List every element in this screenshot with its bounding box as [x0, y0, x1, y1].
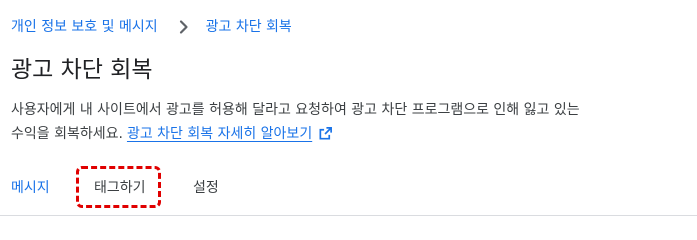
tab-tagging[interactable]: 태그하기 [94, 178, 146, 198]
description-line-2: 수익을 회복하세요. [11, 126, 123, 142]
description-line-1: 사용자에게 내 사이트에서 광고를 허용해 달라고 요청하여 광고 차단 프로그… [11, 102, 580, 118]
breadcrumb: 개인 정보 보호 및 메시지 광고 차단 회복 [11, 17, 292, 37]
tab-settings[interactable]: 설정 [193, 178, 219, 198]
learn-more-link[interactable]: 광고 차단 회복 자세히 알아보기 [127, 126, 312, 142]
open-in-new-icon[interactable] [318, 125, 333, 149]
breadcrumb-link-privacy-messaging[interactable]: 개인 정보 보호 및 메시지 [11, 17, 158, 37]
tab-messages[interactable]: 메시지 [11, 178, 50, 198]
breadcrumb-link-ad-blocking-recovery[interactable]: 광고 차단 회복 [206, 17, 292, 37]
page-description: 사용자에게 내 사이트에서 광고를 허용해 달라고 요청하여 광고 차단 프로그… [11, 98, 695, 149]
chevron-right-icon [174, 17, 194, 37]
tab-bar: 메시지 태그하기 설정 [0, 168, 697, 216]
page-title: 광고 차단 회복 [11, 57, 153, 83]
